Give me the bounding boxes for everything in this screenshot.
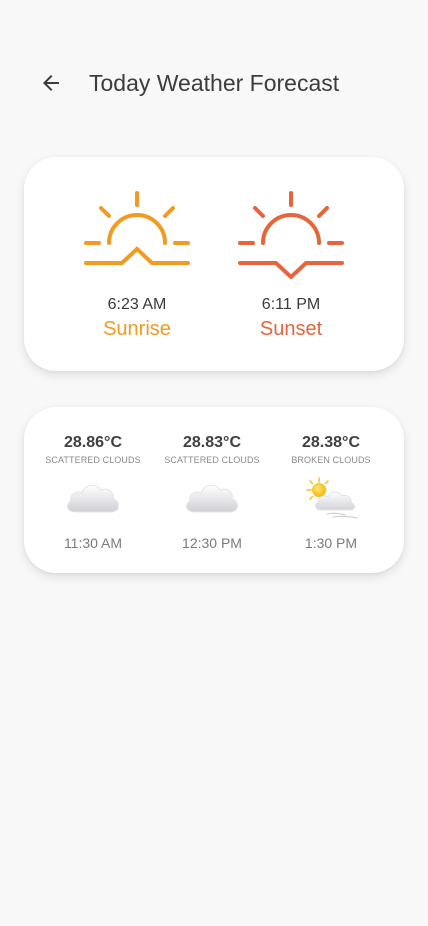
forecast-description: SCATTERED CLOUDS	[164, 455, 260, 465]
sunrise-block: 6:23 AM Sunrise	[72, 187, 202, 341]
forecast-item: 28.83°C SCATTERED CLOUDS 12:30 PM	[152, 433, 272, 552]
sunrise-icon	[84, 191, 190, 265]
sunrise-label: Sunrise	[103, 318, 171, 340]
forecast-description: SCATTERED CLOUDS	[45, 455, 141, 465]
forecast-temperature: 28.86°C	[64, 434, 122, 451]
arrow-back-icon	[43, 75, 59, 91]
cloud-icon	[67, 484, 119, 513]
forecast-item: 28.86°C SCATTERED CLOUDS 11:30 AM	[33, 433, 153, 552]
hourly-forecast-card: 28.86°C SCATTERED CLOUDS 11:30 AM 28.83°…	[24, 407, 404, 573]
back-button[interactable]	[34, 66, 68, 100]
cloud-icon	[186, 484, 238, 513]
forecast-time: 12:30 PM	[182, 535, 242, 551]
sunrise-time: 6:23 AM	[107, 296, 167, 313]
forecast-time: 1:30 PM	[304, 535, 358, 551]
sunrise-sunset-card: 6:23 AM Sunrise 6:11 PM Sunset	[24, 157, 404, 371]
page-title: Today Weather Forecast	[89, 70, 340, 96]
sunset-label: Sunset	[259, 318, 323, 340]
sunset-time: 6:11 PM	[261, 296, 321, 313]
forecast-time: 11:30 AM	[63, 535, 123, 551]
sun-behind-cloud-icon	[306, 477, 358, 519]
sunset-icon	[238, 191, 344, 279]
forecast-description: BROKEN CLOUDS	[291, 455, 371, 465]
sunset-block: 6:11 PM Sunset	[226, 187, 356, 341]
forecast-temperature: 28.83°C	[183, 434, 241, 451]
app-bar: Today Weather Forecast	[0, 56, 428, 112]
forecast-item: 28.38°C BROKEN CLOUDS 1:30 PM	[271, 433, 391, 552]
forecast-temperature: 28.38°C	[302, 434, 360, 451]
